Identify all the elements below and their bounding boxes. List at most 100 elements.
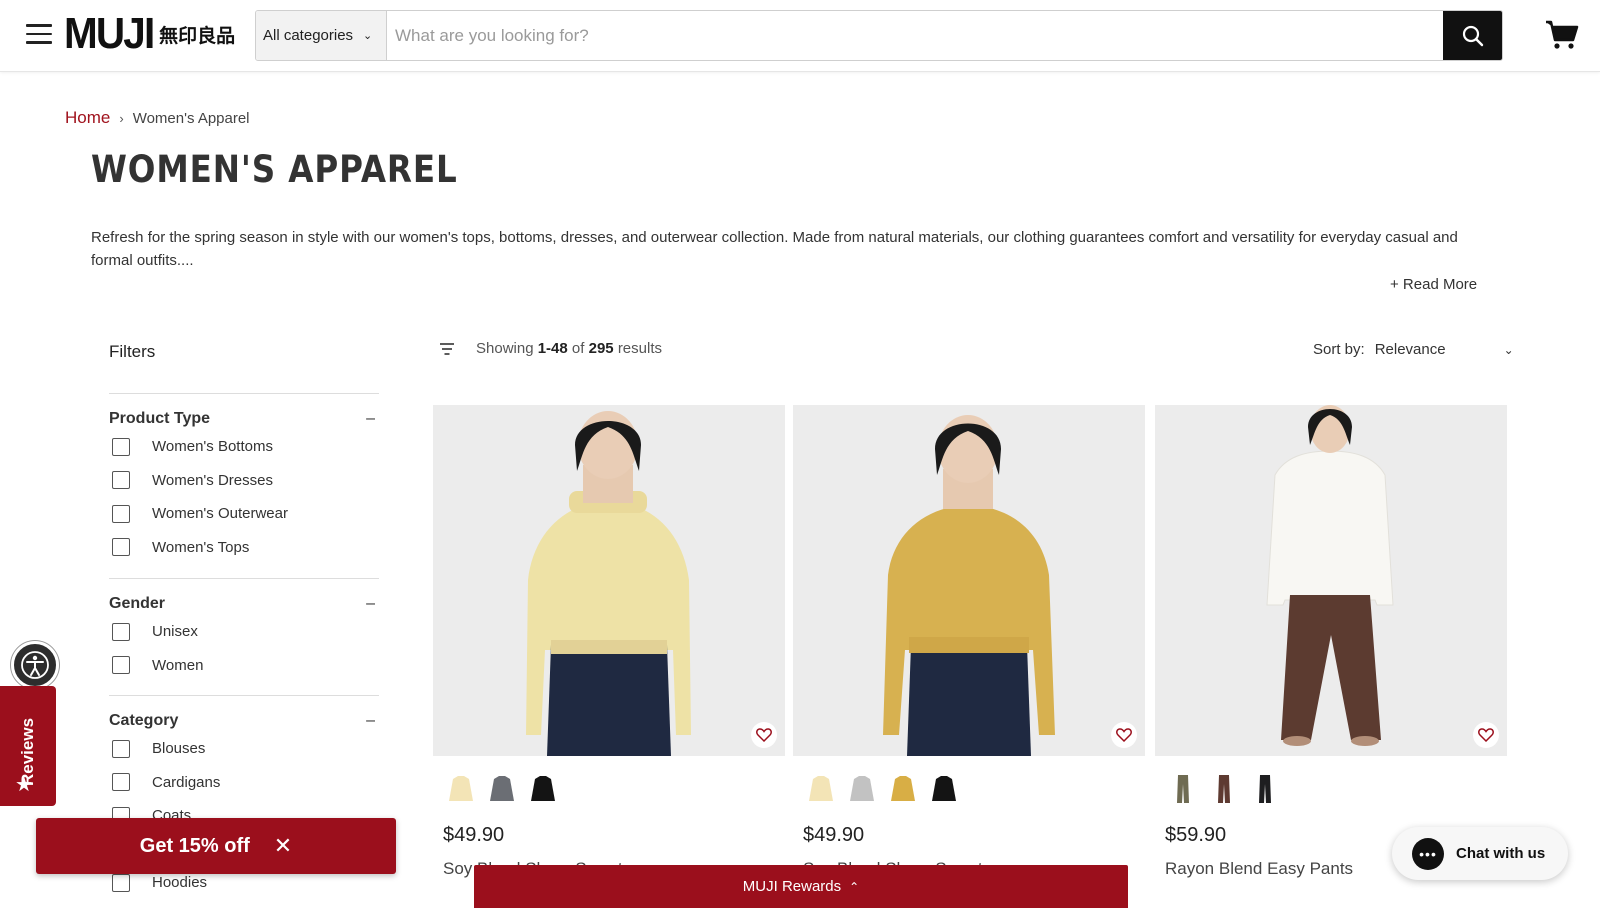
- filter-option[interactable]: Women's Tops: [109, 531, 379, 565]
- sort-value: Relevance: [1374, 341, 1446, 358]
- close-icon[interactable]: ✕: [274, 833, 292, 859]
- reviews-tab[interactable]: Reviews ★: [0, 686, 56, 806]
- heart-icon: [1116, 728, 1132, 742]
- swatch-black[interactable]: [529, 774, 557, 804]
- swatch-cream[interactable]: [807, 774, 835, 804]
- chat-label: Chat with us: [1456, 845, 1546, 862]
- checkbox[interactable]: [112, 656, 130, 675]
- filter-option-label: Women: [152, 656, 204, 674]
- chevron-up-icon: ⌃: [849, 879, 860, 894]
- filter-option[interactable]: Women's Dresses: [109, 464, 379, 498]
- filter-option[interactable]: Cardigans: [109, 766, 379, 800]
- product-card[interactable]: $59.90 Rayon Blend Easy Pants: [1155, 405, 1507, 879]
- filter-option[interactable]: Blouses: [109, 732, 379, 766]
- rewards-bar[interactable]: MUJI Rewards ⌃: [474, 865, 1128, 908]
- star-icon: ★: [15, 774, 33, 796]
- color-swatches: [807, 774, 1145, 804]
- checkbox[interactable]: [112, 538, 130, 557]
- swatch-gray[interactable]: [488, 774, 516, 804]
- search-bar: All categories ⌄: [255, 10, 1503, 61]
- swatch-cream[interactable]: [447, 774, 475, 804]
- filter-group-header[interactable]: Product Type –: [109, 394, 379, 430]
- product-card[interactable]: $49.90 Soy Blend Sheer Sweater: [793, 405, 1145, 879]
- filter-group-label: Product Type: [109, 409, 211, 427]
- cart-icon[interactable]: [1545, 20, 1579, 50]
- results-of: of: [571, 340, 585, 357]
- checkbox[interactable]: [112, 739, 130, 758]
- sort-dropdown[interactable]: Sort by: Relevance ⌄: [1313, 341, 1514, 358]
- breadcrumb: Home › Women's Apparel: [65, 108, 250, 128]
- color-swatches: [1169, 774, 1507, 804]
- logo-wordmark: MUJI: [64, 9, 155, 58]
- product-photo: [1155, 405, 1507, 756]
- chat-bubble-icon: •••: [1412, 837, 1444, 870]
- accessibility-button[interactable]: [11, 641, 59, 689]
- filter-option-label: Hoodies: [152, 874, 208, 892]
- filter-toggle-icon[interactable]: [440, 342, 454, 355]
- filter-group-header[interactable]: Gender –: [109, 579, 379, 615]
- product-image[interactable]: [793, 405, 1145, 756]
- product-image[interactable]: [433, 405, 785, 756]
- filter-group-header[interactable]: Category –: [109, 696, 379, 732]
- filters-heading: Filters: [109, 342, 156, 361]
- checkbox[interactable]: [112, 437, 130, 456]
- results-suffix: results: [617, 340, 662, 357]
- category-select-label: All categories: [263, 27, 354, 44]
- swatch-olive[interactable]: [1169, 774, 1197, 804]
- checkbox[interactable]: [112, 873, 130, 892]
- search-input[interactable]: [387, 11, 1443, 60]
- results-summary: Showing 1-48 of 295 results: [440, 340, 662, 357]
- search-button[interactable]: [1443, 11, 1502, 60]
- color-swatches: [447, 774, 785, 804]
- collapse-icon[interactable]: –: [366, 712, 379, 730]
- filter-group-label: Category: [109, 711, 179, 729]
- swatch-black[interactable]: [1251, 774, 1279, 804]
- heart-icon: [1478, 728, 1494, 742]
- swatch-light-gray[interactable]: [848, 774, 876, 804]
- wishlist-button[interactable]: [1473, 722, 1499, 748]
- category-select[interactable]: All categories ⌄: [256, 11, 387, 60]
- checkbox[interactable]: [112, 773, 130, 792]
- product-photo: [433, 405, 785, 756]
- logo-kanji: 無印良品: [159, 24, 236, 47]
- product-image[interactable]: [1155, 405, 1507, 756]
- checkbox[interactable]: [112, 622, 130, 641]
- filter-group-product-type: Product Type – Women's Bottoms Women's D…: [109, 393, 379, 564]
- muji-logo[interactable]: MUJI 無印良品: [64, 12, 235, 56]
- breadcrumb-home-link[interactable]: Home: [65, 108, 110, 128]
- checkbox[interactable]: [112, 504, 130, 523]
- filter-group-label: Gender: [109, 594, 166, 612]
- filter-option[interactable]: Unisex: [109, 615, 379, 649]
- filter-option[interactable]: Women: [109, 649, 379, 683]
- filter-option-label: Unisex: [152, 623, 198, 641]
- product-card[interactable]: $49.90 Soy Blend Sheer Sweater: [433, 405, 785, 879]
- filter-option-label: Cardigans: [152, 773, 221, 791]
- product-price: $49.90: [443, 824, 505, 846]
- checkbox[interactable]: [112, 471, 130, 490]
- wishlist-button[interactable]: [751, 722, 777, 748]
- filter-option-label: Women's Dresses: [152, 471, 273, 489]
- menu-icon[interactable]: [26, 24, 52, 44]
- filter-option-label: Women's Outerwear: [152, 505, 288, 523]
- filter-option-label: Women's Bottoms: [152, 438, 273, 456]
- results-prefix: Showing: [476, 340, 534, 357]
- filter-option-label: Blouses: [152, 740, 206, 758]
- swatch-brown[interactable]: [1210, 774, 1238, 804]
- collapse-icon[interactable]: –: [366, 595, 379, 613]
- discount-banner[interactable]: Get 15% off ✕: [36, 818, 396, 874]
- read-more-link[interactable]: + Read More: [1390, 276, 1477, 293]
- results-total: 295: [588, 340, 614, 357]
- wishlist-button[interactable]: [1111, 722, 1137, 748]
- breadcrumb-current: Women's Apparel: [132, 109, 250, 127]
- site-header: MUJI 無印良品 All categories ⌄: [0, 0, 1600, 72]
- category-description: Refresh for the spring season in style w…: [91, 229, 1458, 269]
- rewards-label: MUJI Rewards: [742, 878, 842, 895]
- collapse-icon[interactable]: –: [366, 410, 379, 428]
- discount-label: Get 15% off: [139, 834, 250, 857]
- swatch-mustard[interactable]: [889, 774, 917, 804]
- filter-option[interactable]: Women's Bottoms: [109, 430, 379, 464]
- swatch-black[interactable]: [930, 774, 958, 804]
- search-icon: [1462, 25, 1483, 46]
- filter-option[interactable]: Women's Outerwear: [109, 497, 379, 531]
- chat-widget-button[interactable]: ••• Chat with us: [1392, 827, 1568, 880]
